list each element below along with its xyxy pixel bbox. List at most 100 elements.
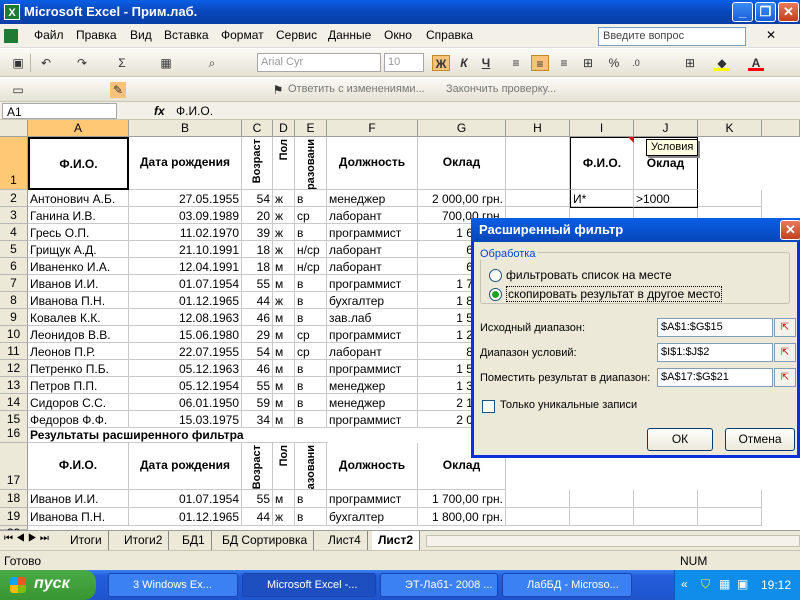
cell-pos[interactable]: лаборант xyxy=(327,207,418,224)
cell-dob[interactable]: 03.09.1989 xyxy=(129,207,242,224)
cell-sex[interactable]: ж xyxy=(273,207,295,224)
cell-fio[interactable]: Иванова П.Н. xyxy=(28,292,129,309)
bold-button[interactable]: Ж xyxy=(432,55,450,71)
align-left-icon[interactable]: ≡ xyxy=(508,55,524,71)
tab-list2[interactable]: Лист2 xyxy=(372,531,421,550)
task-windows-explorer[interactable]: 3 Windows Ex... xyxy=(108,573,238,597)
cell-age[interactable]: 44 xyxy=(242,508,273,526)
tab-list4[interactable]: Лист4 xyxy=(322,531,368,550)
header-edu-cell[interactable]: Образовани xyxy=(295,137,327,190)
cell-sex[interactable]: ж xyxy=(273,508,295,526)
start-button[interactable]: пуск xyxy=(0,570,96,600)
cell-edu[interactable]: в xyxy=(295,490,327,508)
cell-fio[interactable]: Ковалев К.К. xyxy=(28,309,129,326)
range-picker-icon[interactable]: ⇱ xyxy=(774,368,796,387)
cell-age[interactable]: 44 xyxy=(242,292,273,309)
new-comment-icon[interactable]: ▭ xyxy=(10,82,26,98)
row-header[interactable]: 8 xyxy=(0,292,28,309)
tab-bd-sort[interactable]: БД Сортировка xyxy=(216,531,315,550)
result-header-fio[interactable]: Ф.И.О. xyxy=(28,443,129,490)
cell-empty[interactable] xyxy=(634,508,698,526)
option-copy-to[interactable]: скопировать результат в другое место xyxy=(506,286,723,302)
font-name-select[interactable]: Arial Cyr xyxy=(257,53,381,72)
cell-pos[interactable]: менеджер xyxy=(327,394,418,411)
row-header[interactable]: 3 xyxy=(0,207,28,224)
cell-edu[interactable]: н/ср xyxy=(295,258,327,275)
cell-sex[interactable]: м xyxy=(273,309,295,326)
cell-sex[interactable]: м xyxy=(273,275,295,292)
end-review[interactable]: Закончить проверку... xyxy=(446,83,556,95)
cell-dob[interactable]: 12.08.1963 xyxy=(129,309,242,326)
cell-pos[interactable]: программист xyxy=(327,411,418,428)
column-header-k[interactable]: K xyxy=(698,120,762,137)
menu-view[interactable]: Вид xyxy=(130,28,152,42)
cell-age[interactable]: 39 xyxy=(242,224,273,241)
radio-copy-to[interactable] xyxy=(489,288,502,301)
criteria-value-fio[interactable]: И* xyxy=(570,190,634,208)
cell-sex[interactable]: м xyxy=(273,258,295,275)
track-icon[interactable]: ✎ xyxy=(110,82,126,98)
italic-button[interactable]: К xyxy=(456,55,472,71)
cell-pos[interactable]: лаборант xyxy=(327,343,418,360)
horizontal-scrollbar[interactable] xyxy=(426,535,800,547)
font-size-select[interactable]: 10 xyxy=(384,53,424,72)
cell-edu[interactable]: в xyxy=(295,224,327,241)
result-title[interactable]: Результаты расширенного фильтра xyxy=(28,426,328,443)
result-header-pos[interactable]: Должность xyxy=(327,443,418,490)
cell-fio[interactable]: Леонов П.Р. xyxy=(28,343,129,360)
tab-scroll-icon[interactable]: ⏮◀▶⏭ xyxy=(4,533,52,544)
cell-dob[interactable]: 21.10.1991 xyxy=(129,241,242,258)
cell-edu[interactable]: в xyxy=(295,292,327,309)
row-header[interactable]: 4 xyxy=(0,224,28,241)
cell-age[interactable]: 46 xyxy=(242,309,273,326)
result-header-edu-cell[interactable]: Образовани xyxy=(295,443,327,490)
column-header-a[interactable]: A xyxy=(28,120,129,137)
radio-filter-in-place[interactable] xyxy=(489,269,502,282)
cell-fio[interactable]: Леонидов В.В. xyxy=(28,326,129,343)
tab-itogi2[interactable]: Итоги2 xyxy=(118,531,170,550)
range-picker-icon[interactable]: ⇱ xyxy=(774,343,796,362)
cell-edu[interactable]: ср xyxy=(295,207,327,224)
align-center-icon[interactable]: ≡ xyxy=(531,55,549,71)
header-salary[interactable]: Оклад xyxy=(418,137,506,190)
criteria-range-input[interactable]: $I$1:$J$2 xyxy=(657,343,773,362)
cell-fio[interactable]: Иванов И.И. xyxy=(28,490,129,508)
menu-tools[interactable]: Сервис xyxy=(276,28,317,42)
range-picker-icon[interactable]: ⇱ xyxy=(774,318,796,337)
align-right-icon[interactable]: ≡ xyxy=(556,55,572,71)
cell-empty[interactable] xyxy=(570,490,634,508)
minimize-button[interactable]: _ xyxy=(732,2,753,22)
header-dob[interactable]: Дата рождения xyxy=(129,137,242,190)
cell-edu[interactable]: ср xyxy=(295,326,327,343)
cell-pos[interactable]: программист xyxy=(327,360,418,377)
fill-color-icon[interactable]: ◆ xyxy=(714,55,730,71)
cell-dob[interactable]: 22.07.1955 xyxy=(129,343,242,360)
reply-with-changes[interactable]: Ответить с изменениями... xyxy=(288,83,425,95)
cell-fio[interactable]: Грищук А.Д. xyxy=(28,241,129,258)
row-header[interactable]: 13 xyxy=(0,377,28,394)
cell-pos[interactable]: программист xyxy=(327,224,418,241)
row-header[interactable]: 5 xyxy=(0,241,28,258)
menu-help[interactable]: Справка xyxy=(426,28,473,42)
tray-arrow-icon[interactable]: « xyxy=(681,577,688,591)
result-header-age-cell[interactable]: Возраст xyxy=(242,443,273,490)
row-header[interactable]: 9 xyxy=(0,309,28,326)
chart-icon[interactable]: ▦ xyxy=(158,55,174,71)
cell-edu[interactable]: в xyxy=(295,360,327,377)
cell-sex[interactable]: м xyxy=(273,343,295,360)
task-excel[interactable]: Microsoft Excel -... xyxy=(242,573,376,597)
volume-icon[interactable]: ▣ xyxy=(737,577,748,591)
workbook-icon[interactable] xyxy=(4,29,18,43)
cell-pos[interactable]: менеджер xyxy=(327,377,418,394)
fx-icon[interactable]: fx xyxy=(154,104,165,118)
task-word-lab1[interactable]: ЭТ-Лаб1- 2008 ... xyxy=(380,573,498,597)
cell-pos[interactable]: программист xyxy=(327,275,418,292)
column-header-l[interactable] xyxy=(762,120,800,137)
menu-file[interactable]: Файл xyxy=(34,28,64,42)
cell-age[interactable]: 55 xyxy=(242,377,273,394)
row-header[interactable]: 12 xyxy=(0,360,28,377)
cell-dob[interactable]: 01.07.1954 xyxy=(129,275,242,292)
menu-data[interactable]: Данные xyxy=(328,28,371,42)
header-age-cell[interactable]: Возраст xyxy=(242,137,273,190)
row-header[interactable]: 17 xyxy=(0,443,28,490)
